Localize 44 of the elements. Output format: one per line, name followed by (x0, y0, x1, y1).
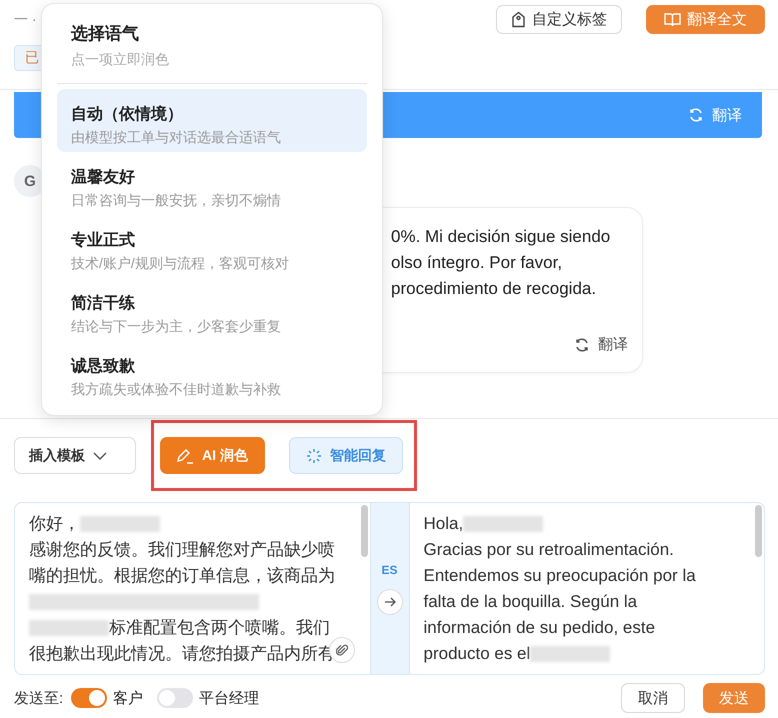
menu-title: 选择语气 (71, 23, 139, 45)
editor-text: 标准配置包含两个喷嘴。我们 (109, 617, 330, 639)
tone-option[interactable]: 简洁干练 结论与下一步为主，少客套少重复 (57, 278, 367, 341)
translate-button[interactable]: 翻译 (574, 335, 628, 354)
arrow-right-icon (384, 597, 396, 607)
tag-icon (511, 11, 526, 28)
editor-text: Hola, (424, 513, 464, 535)
custom-tag-button[interactable]: 自定义标签 (496, 5, 622, 34)
tone-option[interactable]: 自动（依情境） 由模型按工单与对话选最合适语气 (57, 89, 367, 152)
message-text: procedimiento de recogida. (391, 278, 596, 300)
pencil-icon (176, 448, 194, 464)
translated-text-field[interactable]: Hola, Gracias por su retroalimentación. Entendemos su preocupación por la falta de la boquilla. Según la información de su pedido, este producto es el (410, 503, 764, 674)
editor-text: Gracias por su retroalimentación. (424, 539, 674, 561)
tone-option[interactable]: 温馨友好 日常咨询与一般安抚，亲切不煽情 (57, 152, 367, 215)
toggle-label: 平台经理 (199, 688, 260, 708)
editor-text: producto es el (424, 643, 530, 665)
insert-template-button[interactable]: 插入模板 (14, 437, 136, 474)
refresh-icon (688, 107, 704, 123)
send-to-label: 发送至: (14, 688, 64, 708)
paperclip-icon (336, 643, 348, 657)
editor-text: información de su pedido, este (424, 617, 656, 639)
chevron-down-icon (93, 452, 107, 460)
editor-text: falta de la boquilla. Según la (424, 591, 638, 613)
scrollbar[interactable] (755, 505, 762, 557)
toggle-switch[interactable] (157, 688, 194, 708)
scrollbar[interactable] (360, 505, 368, 557)
toggle-label: 客户 (113, 688, 144, 708)
translate-arrow-button[interactable] (376, 589, 402, 615)
cancel-button[interactable]: 取消 (621, 683, 685, 713)
message-text: olso íntegro. Por favor, (391, 252, 562, 274)
book-icon (664, 12, 681, 27)
tone-option[interactable]: 专业正式 技术/账户/规则与流程，客观可核对 (57, 215, 367, 278)
editor-text: 你好， (29, 513, 80, 535)
breadcrumb: 一 · (14, 10, 37, 28)
toggle-switch[interactable] (71, 688, 108, 708)
language-label: ES (381, 563, 398, 577)
refresh-icon (574, 336, 590, 352)
editor-text: 嘴的担忧。根据您的订单信息，该商品为 (29, 565, 335, 587)
tone-option[interactable]: 诚恳致歉 我方疏失或体验不佳时道歉与补救 (57, 341, 367, 404)
sparkle-icon (306, 448, 322, 464)
editor-text: Entendemos su preocupación por la (424, 565, 696, 587)
editor-text: 感谢您的反馈。我们理解您对产品缺少喷 (29, 539, 335, 561)
menu-subtitle: 点一项立即润色 (71, 51, 169, 69)
message-text: 0%. Mi decisión sigue siendo (391, 226, 610, 248)
